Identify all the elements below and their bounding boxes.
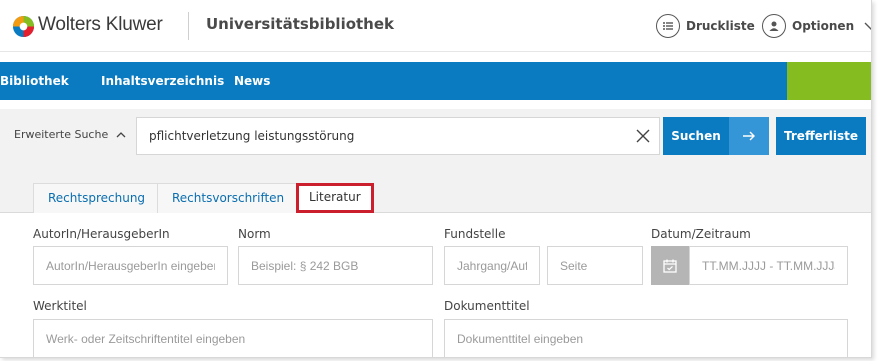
druckliste-button[interactable]: Druckliste [656, 13, 755, 39]
library-title[interactable]: Universitätsbibliothek [206, 15, 394, 33]
header: Wolters Kluwer Universitätsbibliothek Dr… [0, 0, 871, 52]
druckliste-label: Druckliste [686, 19, 755, 33]
chevron-down-icon [864, 22, 871, 30]
main-nav: Bibliothek Inhaltsverzeichnis News [0, 62, 871, 100]
dokumenttitel-label: Dokumenttitel [444, 299, 530, 313]
wolters-kluwer-logo [12, 15, 35, 38]
calendar-button[interactable] [651, 246, 689, 285]
list-icon [656, 14, 680, 38]
arrow-right-icon [743, 131, 755, 141]
tab-rechtsprechung[interactable]: Rechtsprechung [33, 183, 161, 213]
optionen-label: Optionen [792, 19, 855, 33]
search-bar: Erweiterte Suche Suchen Trefferliste [0, 109, 871, 163]
app-window: Wolters Kluwer Universitätsbibliothek Dr… [0, 0, 872, 358]
user-icon [762, 14, 786, 38]
author-label: AutorIn/HerausgeberIn [33, 227, 170, 241]
extended-search-label: Erweiterte Suche [14, 128, 109, 141]
datum-input[interactable] [689, 246, 848, 285]
search-input[interactable] [149, 118, 619, 154]
nav-item-bibliothek[interactable]: Bibliothek [0, 62, 69, 100]
werktitel-input[interactable] [33, 319, 433, 357]
werktitel-label: Werktitel [33, 299, 87, 313]
norm-label: Norm [238, 227, 271, 241]
header-divider [188, 12, 189, 40]
nav-item-news[interactable]: News [234, 62, 270, 100]
nav-item-inhaltsverzeichnis[interactable]: Inhaltsverzeichnis [101, 62, 224, 100]
nav-accent-block [787, 62, 871, 100]
seite-input[interactable] [547, 246, 643, 285]
norm-input[interactable] [238, 246, 433, 285]
close-icon[interactable] [635, 128, 651, 144]
results-list-button[interactable]: Trefferliste [776, 117, 866, 155]
datum-label: Datum/Zeitraum [651, 227, 751, 241]
jahrgang-input[interactable] [444, 246, 540, 285]
brand-name: Wolters Kluwer [38, 14, 163, 35]
tabs-bar: Rechtsprechung Rechtsvorschriften Litera… [0, 163, 871, 213]
chevron-up-icon [116, 131, 126, 137]
search-box [136, 117, 660, 155]
tab-rechtsvorschriften[interactable]: Rechtsvorschriften [157, 183, 300, 213]
optionen-button[interactable]: Optionen [762, 13, 871, 39]
search-arrow-button[interactable] [729, 117, 769, 155]
author-input[interactable] [33, 246, 228, 285]
tab-literatur[interactable]: Literatur [296, 183, 374, 213]
extended-search-toggle[interactable]: Erweiterte Suche [14, 128, 126, 141]
search-button[interactable]: Suchen [663, 117, 729, 155]
calendar-icon [663, 259, 677, 273]
dokumenttitel-input[interactable] [444, 319, 848, 357]
fundstelle-label: Fundstelle [444, 227, 506, 241]
